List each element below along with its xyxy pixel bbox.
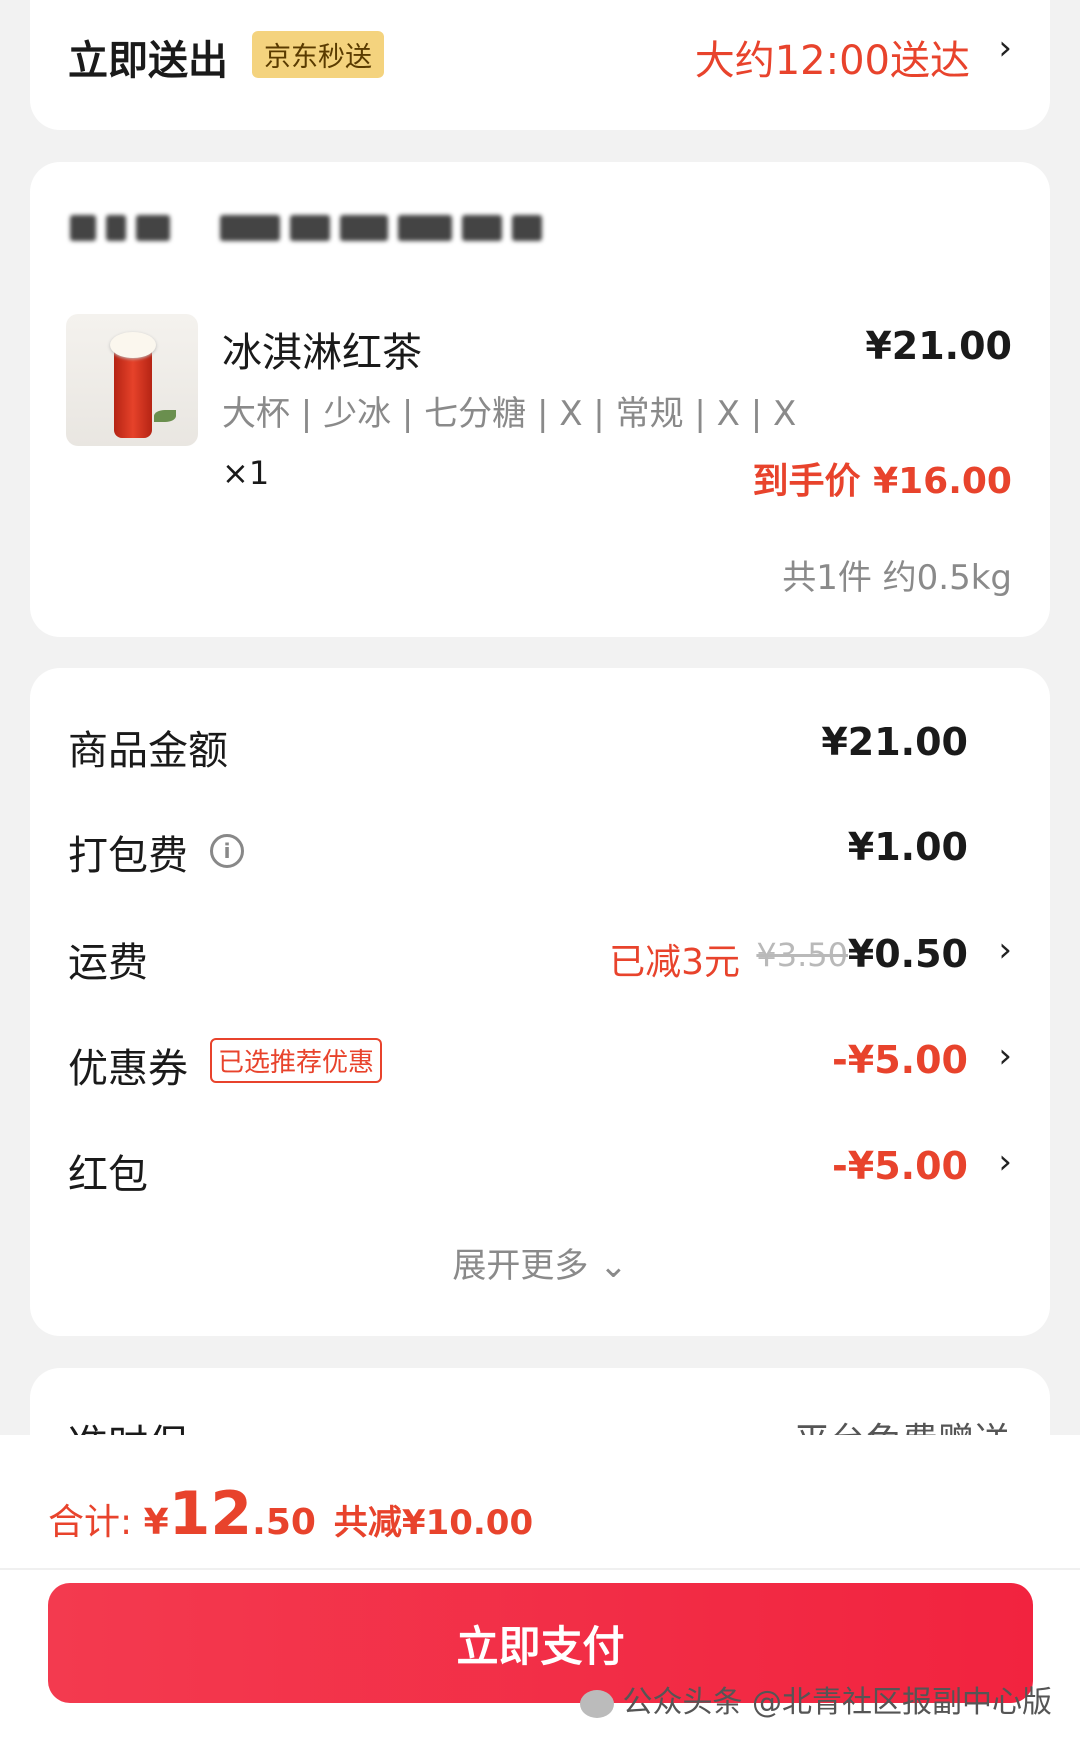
chevron-right-icon[interactable]: › <box>998 930 1012 970</box>
order-total: 合计: ¥12.50 共减¥10.00 <box>48 1479 533 1549</box>
total-integer: 12 <box>168 1479 253 1549</box>
shipping-fee-value[interactable]: ¥0.50 <box>848 932 968 976</box>
packing-fee-label: 打包费 <box>68 833 188 879</box>
product-card: 冰淇淋红茶 ¥21.00 大杯 | 少冰 | 七分糖 | X | 常规 | X … <box>30 162 1050 637</box>
total-label: 合计: <box>48 1502 144 1543</box>
red-packet-label: 红包 <box>68 1152 148 1198</box>
checkout-bar: 合计: ¥12.50 共减¥10.00 立即支付 公众头条 @北青社区报副中心版 <box>0 1435 1080 1739</box>
delivery-time-selector[interactable]: 大约12:00送达 <box>695 28 970 86</box>
watermark-text: 公众头条 @北青社区报副中心版 <box>622 1685 1052 1720</box>
watermark: 公众头条 @北青社区报副中心版 <box>580 1677 1052 1721</box>
shipping-fee-label: 运费 <box>68 940 148 986</box>
product-image[interactable] <box>66 314 198 446</box>
fees-card: 商品金额 ¥21.00 打包费 i ¥1.00 运费 已减3元 ¥3.50 ¥0… <box>30 668 1050 1336</box>
coupon-label: 优惠券 <box>68 1046 188 1092</box>
store-name-blurred <box>70 210 542 246</box>
tea-cup-icon <box>114 346 152 438</box>
product-final-price: 到手价 ¥16.00 <box>752 461 1012 502</box>
wechat-icon <box>580 1689 615 1718</box>
divider <box>0 1568 1080 1570</box>
delivery-card: 立即送出 京东秒送 大约12:00送达 › <box>30 0 1050 130</box>
product-quantity: ×1 <box>222 454 270 492</box>
shipping-reduced-text: 已减3元 <box>609 942 740 983</box>
goods-amount-value: ¥21.00 <box>821 720 968 764</box>
product-spec: 大杯 | 少冰 | 七分糖 | X | 常规 | X | X <box>222 394 797 434</box>
total-decimal: .50 <box>252 1502 316 1543</box>
product-price: ¥21.00 <box>865 324 1012 368</box>
leaf-icon <box>154 410 176 422</box>
packing-fee-value: ¥1.00 <box>847 825 968 869</box>
chevron-right-icon[interactable]: › <box>998 28 1012 68</box>
red-packet-value[interactable]: -¥5.00 <box>832 1144 968 1188</box>
delivery-badge: 京东秒送 <box>252 31 384 78</box>
info-icon[interactable]: i <box>210 834 244 868</box>
product-name: 冰淇淋红茶 <box>222 330 422 376</box>
goods-amount-label: 商品金额 <box>68 728 228 774</box>
ice-cream-scoop-icon <box>110 332 156 358</box>
total-saved: 共减¥10.00 <box>333 1503 534 1543</box>
coupon-recommended-tag: 已选推荐优惠 <box>210 1038 383 1083</box>
product-total-info: 共1件 约0.5kg <box>782 558 1012 598</box>
shipping-original-price: ¥3.50 <box>756 936 848 974</box>
coupon-value[interactable]: -¥5.00 <box>832 1038 968 1082</box>
expand-more-button[interactable]: 展开更多 ⌄ <box>30 1238 1050 1287</box>
chevron-right-icon[interactable]: › <box>998 1036 1012 1076</box>
total-currency: ¥ <box>143 1502 169 1543</box>
delivery-title: 立即送出 <box>68 38 228 84</box>
chevron-right-icon[interactable]: › <box>998 1142 1012 1182</box>
